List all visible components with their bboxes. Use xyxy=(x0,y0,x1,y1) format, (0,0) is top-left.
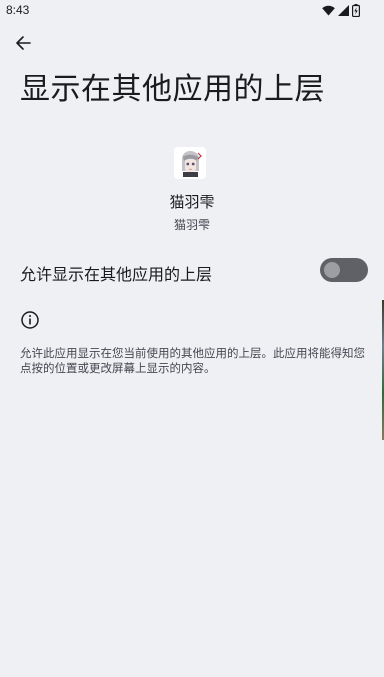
app-subtitle: 猫羽雫 xyxy=(173,218,210,232)
wifi-icon xyxy=(322,5,335,16)
app-avatar-icon xyxy=(174,147,206,179)
status-icons xyxy=(322,3,360,17)
page-title: 显示在其他应用的上层 xyxy=(20,72,325,107)
status-bar: 8:43 xyxy=(0,0,384,22)
toggle-thumb xyxy=(324,262,340,278)
permission-row[interactable]: 允许显示在其他应用的上层 xyxy=(0,252,384,288)
back-button[interactable] xyxy=(10,32,36,58)
app-name: 猫羽雫 xyxy=(169,193,215,211)
status-time: 8:43 xyxy=(6,3,30,17)
permission-label: 允许显示在其他应用的上层 xyxy=(20,265,213,284)
overlay-permission-toggle[interactable] xyxy=(320,258,368,282)
signal-icon xyxy=(338,4,349,16)
arrow-back-icon xyxy=(15,35,31,55)
battery-icon xyxy=(352,3,360,17)
info-text: 允许此应用显示在您当前使用的其他应用的上层。此应用将能得知您点按的位置或更改屏幕… xyxy=(20,346,365,375)
info-icon xyxy=(20,310,40,330)
